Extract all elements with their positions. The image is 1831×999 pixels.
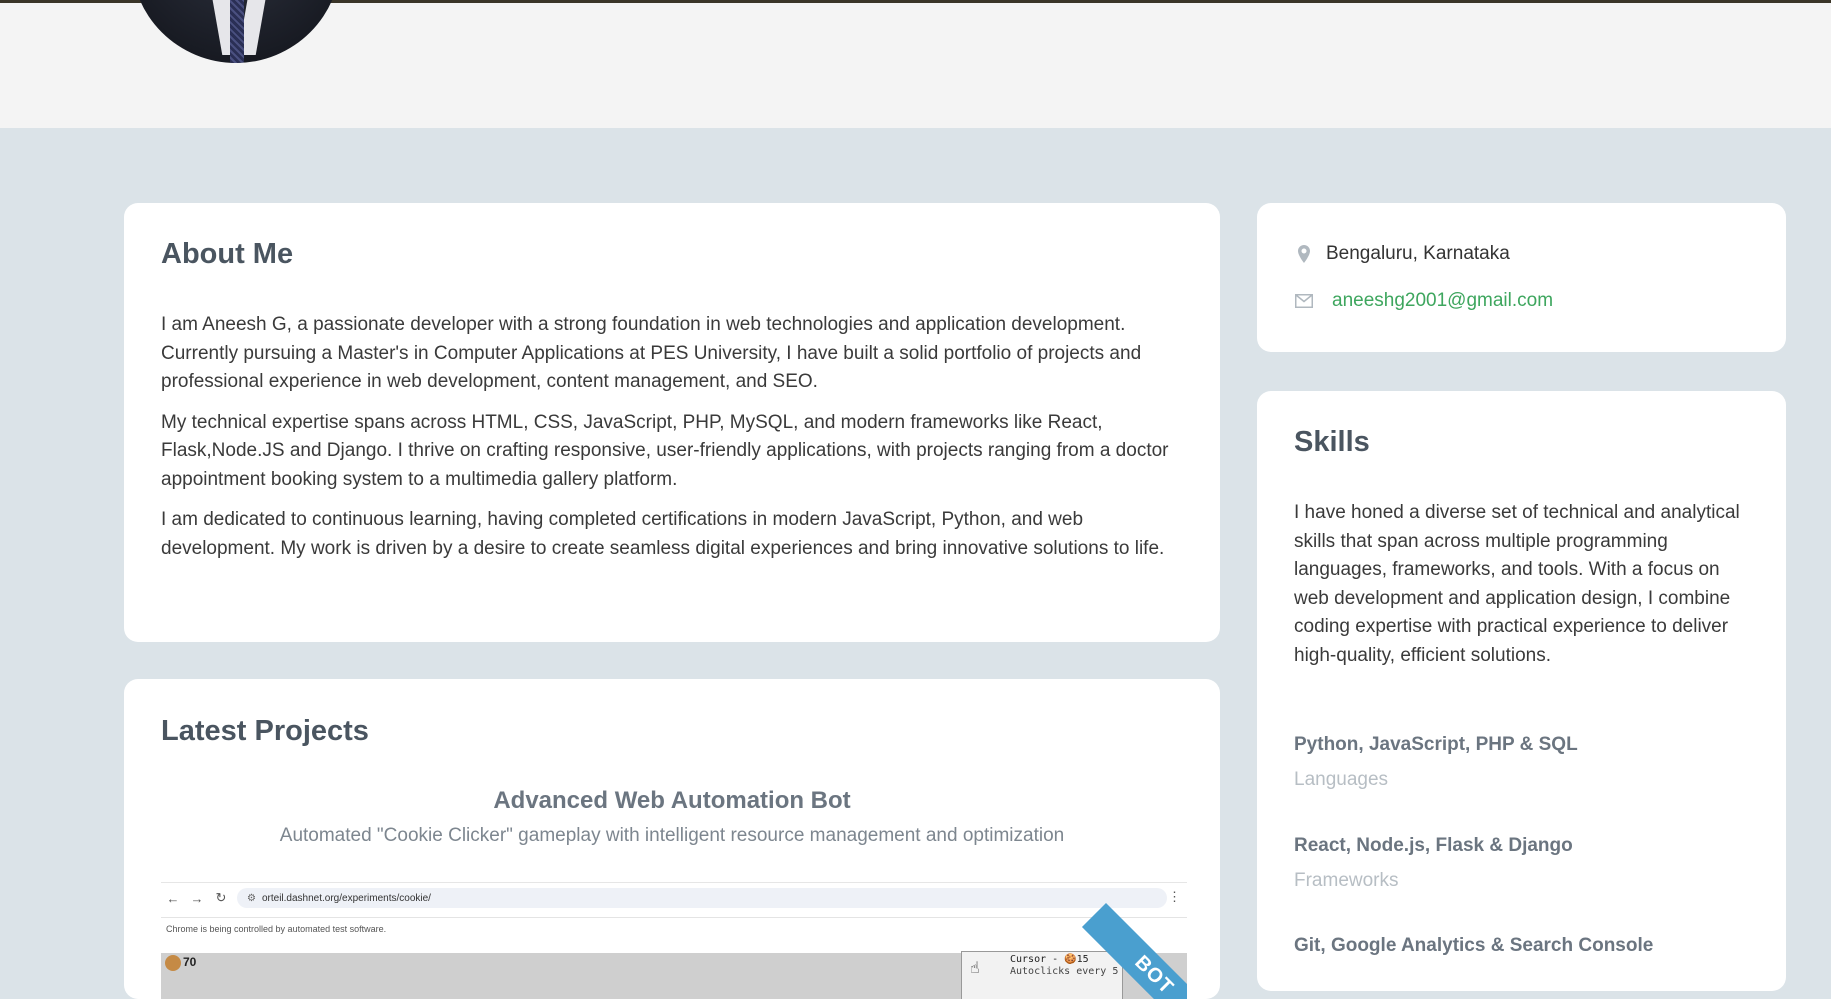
browser-toolbar: ← → ↻ ⚙ orteil.dashnet.org/experiments/c… — [161, 883, 1187, 913]
about-paragraph: I am dedicated to continuous learning, h… — [161, 509, 1165, 559]
about-title: About Me — [161, 238, 294, 270]
map-marker-icon — [1294, 245, 1314, 263]
envelope-icon — [1294, 294, 1314, 308]
store-panel: ☝ Cursor - 🍪15 Autoclicks every 5 — [961, 951, 1123, 999]
skill-category: Frameworks — [1294, 870, 1399, 891]
cookie-icon — [165, 955, 181, 971]
skills-intro: I have honed a diverse set of technical … — [1294, 502, 1740, 666]
about-paragraph: I am Aneesh G, a passionate developer wi… — [161, 314, 1142, 392]
project-subtitle: Automated "Cookie Clicker" gameplay with… — [279, 825, 1065, 846]
cursor-hand-icon: ☝ — [970, 958, 980, 977]
projects-card: Latest Projects Advanced Web Automation … — [124, 679, 1220, 999]
back-arrow-icon: ← — [166, 890, 180, 906]
cookie-count-value: 70 — [183, 955, 197, 970]
about-paragraph: My technical expertise spans across HTML… — [161, 411, 1169, 490]
skills-card: Skills I have honed a diverse set of tec… — [1257, 391, 1786, 991]
store-item-desc: Autoclicks every 5 — [1010, 966, 1119, 977]
projects-title: Latest Projects — [161, 715, 369, 747]
skill-item: Python, JavaScript, PHP & SQL Languages — [1294, 734, 1754, 791]
skill-name: Python, JavaScript, PHP & SQL — [1294, 734, 1578, 755]
forward-arrow-icon: → — [190, 890, 204, 906]
skill-category: Languages — [1294, 769, 1389, 790]
automation-notice: Chrome is being controlled by automated … — [161, 917, 1187, 939]
cookie-counter: 70 — [165, 955, 196, 971]
skill-name: React, Node.js, Flask & Django — [1294, 835, 1573, 856]
address-bar: ⚙ orteil.dashnet.org/experiments/cookie/ — [237, 888, 1167, 908]
project-title[interactable]: Advanced Web Automation Bot — [124, 787, 1220, 815]
location-row: Bengaluru, Karnataka — [1294, 243, 1510, 265]
skill-name: Git, Google Analytics & Search Console — [1294, 935, 1654, 956]
skill-item: React, Node.js, Flask & Django Framework… — [1294, 835, 1754, 892]
email-row: aneeshg2001@gmail.com — [1294, 290, 1553, 312]
about-card: About Me I am Aneesh G, a passionate dev… — [124, 203, 1220, 642]
address-url: orteil.dashnet.org/experiments/cookie/ — [261, 892, 431, 904]
skill-item: Git, Google Analytics & Search Console — [1294, 935, 1754, 970]
location-text: Bengaluru, Karnataka — [1326, 243, 1510, 264]
profile-avatar — [131, 0, 341, 63]
store-item-name: Cursor - 🍪15 — [1010, 954, 1089, 965]
contact-card: Bengaluru, Karnataka aneeshg2001@gmail.c… — [1257, 203, 1786, 352]
avatar-tie — [230, 0, 244, 63]
profile-header — [0, 0, 1831, 128]
about-body: I am Aneesh G, a passionate developer wi… — [161, 311, 1191, 575]
project-screenshot[interactable]: ← → ↻ ⚙ orteil.dashnet.org/experiments/c… — [161, 882, 1187, 999]
reload-icon: ↻ — [215, 890, 227, 905]
skills-title: Skills — [1294, 426, 1370, 458]
game-area: 70 ☝ Cursor - 🍪15 Autoclicks every 5 — [161, 951, 1187, 999]
site-settings-icon: ⚙ — [247, 892, 256, 904]
more-menu-icon: ⋮ — [1168, 889, 1181, 904]
email-link[interactable]: aneeshg2001@gmail.com — [1332, 290, 1553, 312]
